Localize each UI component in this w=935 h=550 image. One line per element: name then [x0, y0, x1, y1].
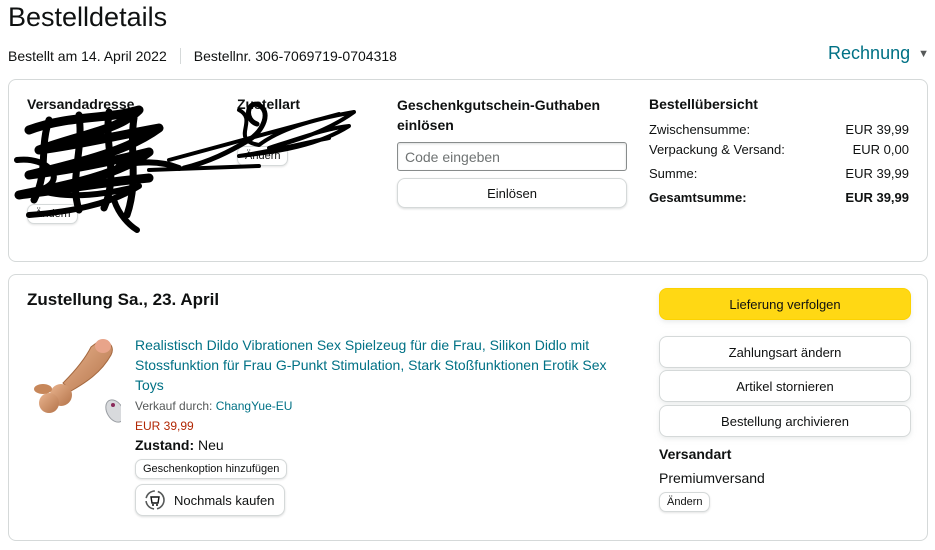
summary-total-row: Gesamtsumme: EUR 39,99 [649, 187, 909, 209]
meta-divider [179, 48, 181, 64]
condition-label: Zustand: [135, 437, 195, 453]
change-shipping-method-button[interactable]: Ändern [659, 492, 711, 512]
chevron-down-icon: ▼ [918, 47, 929, 60]
seller-link[interactable]: ChangYue-EU [216, 399, 293, 413]
track-delivery-button[interactable]: Lieferung verfolgen [659, 288, 911, 320]
order-number: Bestellnr. 306-7069719-0704318 [193, 48, 397, 64]
shipping-method-value: Premiumversand [659, 470, 765, 486]
order-info-card: Versandadresse Zustellart Ändern Ändern … [8, 79, 928, 262]
summary-total-value: EUR 39,99 [845, 190, 909, 205]
cancel-items-button[interactable]: Artikel stornieren [659, 370, 911, 402]
summary-row: Verpackung & Versand: EUR 0,00 [649, 139, 909, 161]
summary-row-label: Zwischensumme: [649, 122, 751, 137]
summary-row-label: Summe: [649, 166, 698, 181]
page-title: Bestelldetails [8, 2, 168, 32]
buy-again-label: Nochmals kaufen [174, 492, 275, 508]
product-title-link[interactable]: Realistisch Dildo Vibrationen Sex Spielz… [135, 335, 635, 395]
archive-order-button[interactable]: Bestellung archivieren [659, 405, 911, 437]
gift-code-input[interactable] [397, 142, 627, 171]
order-date: Bestellt am 14. April 2022 [8, 48, 167, 64]
shipment-card: Zustellung Sa., 23. April Realistisch Di… [8, 274, 928, 541]
redeem-button[interactable]: Einlösen [397, 178, 627, 208]
summary-row-value: EUR 39,99 [845, 166, 909, 181]
summary-row-value: EUR 39,99 [845, 122, 909, 137]
summary-row: Zwischensumme: EUR 39,99 [649, 119, 909, 141]
summary-row: Summe: EUR 39,99 [649, 163, 909, 185]
seller-label: Verkauf durch: [135, 399, 216, 413]
seller-info: Verkauf durch: ChangYue-EU [135, 399, 292, 413]
change-payment-button[interactable]: Zahlungsart ändern [659, 336, 911, 368]
product-price: EUR 39,99 [135, 419, 194, 433]
add-gift-option-button[interactable]: Geschenkoption hinzufügen [135, 459, 288, 479]
gift-card-heading: Geschenkgutschein-Guthaben einlösen [397, 97, 601, 133]
redaction-scribble [14, 101, 356, 233]
buy-again-button[interactable]: Nochmals kaufen [135, 484, 286, 516]
product-condition: Zustand: Neu [135, 437, 224, 453]
summary-row-label: Verpackung & Versand: [649, 142, 785, 157]
order-summary: Bestellübersicht Zwischensumme: EUR 39,9… [649, 96, 909, 209]
delivery-date-heading: Zustellung Sa., 23. April [27, 290, 220, 309]
reorder-icon [145, 490, 165, 510]
invoice-dropdown[interactable]: Rechnung ▼ [828, 43, 929, 64]
condition-value: Neu [194, 437, 224, 453]
invoice-label: Rechnung [828, 43, 911, 63]
shipping-method-heading: Versandart [659, 446, 732, 462]
product-image[interactable] [29, 333, 121, 425]
order-meta: Bestellt am 14. April 2022 Bestellnr. 30… [8, 48, 397, 64]
order-summary-heading: Bestellübersicht [649, 96, 758, 112]
summary-total-label: Gesamtsumme: [649, 190, 747, 205]
summary-row-value: EUR 0,00 [852, 142, 909, 157]
